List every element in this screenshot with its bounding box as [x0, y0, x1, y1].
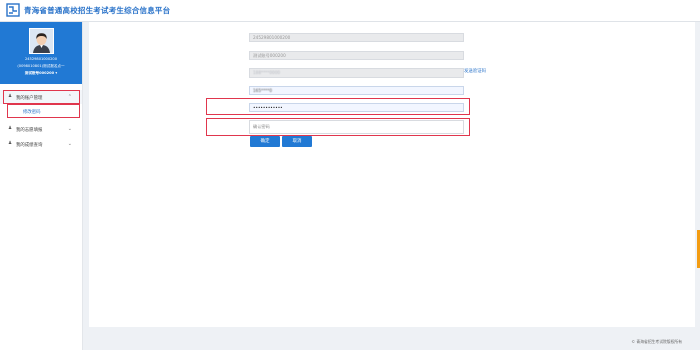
phone-value: 188****0000 — [253, 70, 281, 75]
phone-field: 188****0000 — [249, 68, 464, 78]
sidebar-item-scores[interactable]: ♟ 我的成绩查询 ⌄ — [0, 137, 82, 151]
main-content: 用户账号: 24529801000200 姓名: 测试账号000200 绑定手机… — [89, 22, 695, 327]
cancel-button[interactable]: 取消 — [282, 136, 312, 147]
exam-number: 24529801000200 — [24, 57, 57, 61]
send-code-link[interactable]: 发送验证码 — [464, 68, 486, 74]
qinghai-exam-logo — [6, 3, 20, 17]
user-icon: ♟ — [8, 141, 13, 146]
name-field: 测试账号000200 — [249, 51, 464, 60]
code-value: 165****0 — [253, 88, 273, 93]
sidebar: 24529801000200 (0098010801)测试报名点一 测试账号00… — [0, 22, 83, 350]
chevron-down-icon: ⌄ — [67, 125, 72, 132]
account-field: 24529801000200 — [249, 33, 464, 42]
account-dropdown[interactable]: 测试账号000200 ▾ — [0, 71, 82, 76]
avatar — [29, 28, 54, 54]
highlight-box — [206, 118, 470, 136]
copyright-footer: © 青海省招生考试院版权所有 — [631, 339, 682, 344]
chevron-down-icon: ⌄ — [67, 140, 72, 147]
sidebar-item-label: 我的成绩查询 — [16, 142, 43, 148]
sidebar-item-volunteer[interactable]: ♟ 我的志愿填报 ⌄ — [0, 122, 82, 136]
sidebar-item-label: 我的志愿填报 — [16, 127, 43, 133]
user-icon: ♟ — [8, 126, 13, 131]
highlight-box — [3, 90, 80, 104]
app-title: 青海省普通高校招生考试考生综合信息平台 — [24, 6, 171, 15]
school-name: (0098010801)测试报名点一 — [17, 64, 65, 68]
profile-card: 24529801000200 (0098010801)测试报名点一 测试账号00… — [0, 22, 82, 84]
code-input[interactable]: 165****0 — [249, 86, 464, 95]
confirm-button[interactable]: 确定 — [250, 136, 280, 147]
highlight-box — [7, 104, 80, 118]
top-bar: 青海省普通高校招生考试考生综合信息平台 — [0, 0, 700, 22]
highlight-box — [206, 98, 470, 115]
